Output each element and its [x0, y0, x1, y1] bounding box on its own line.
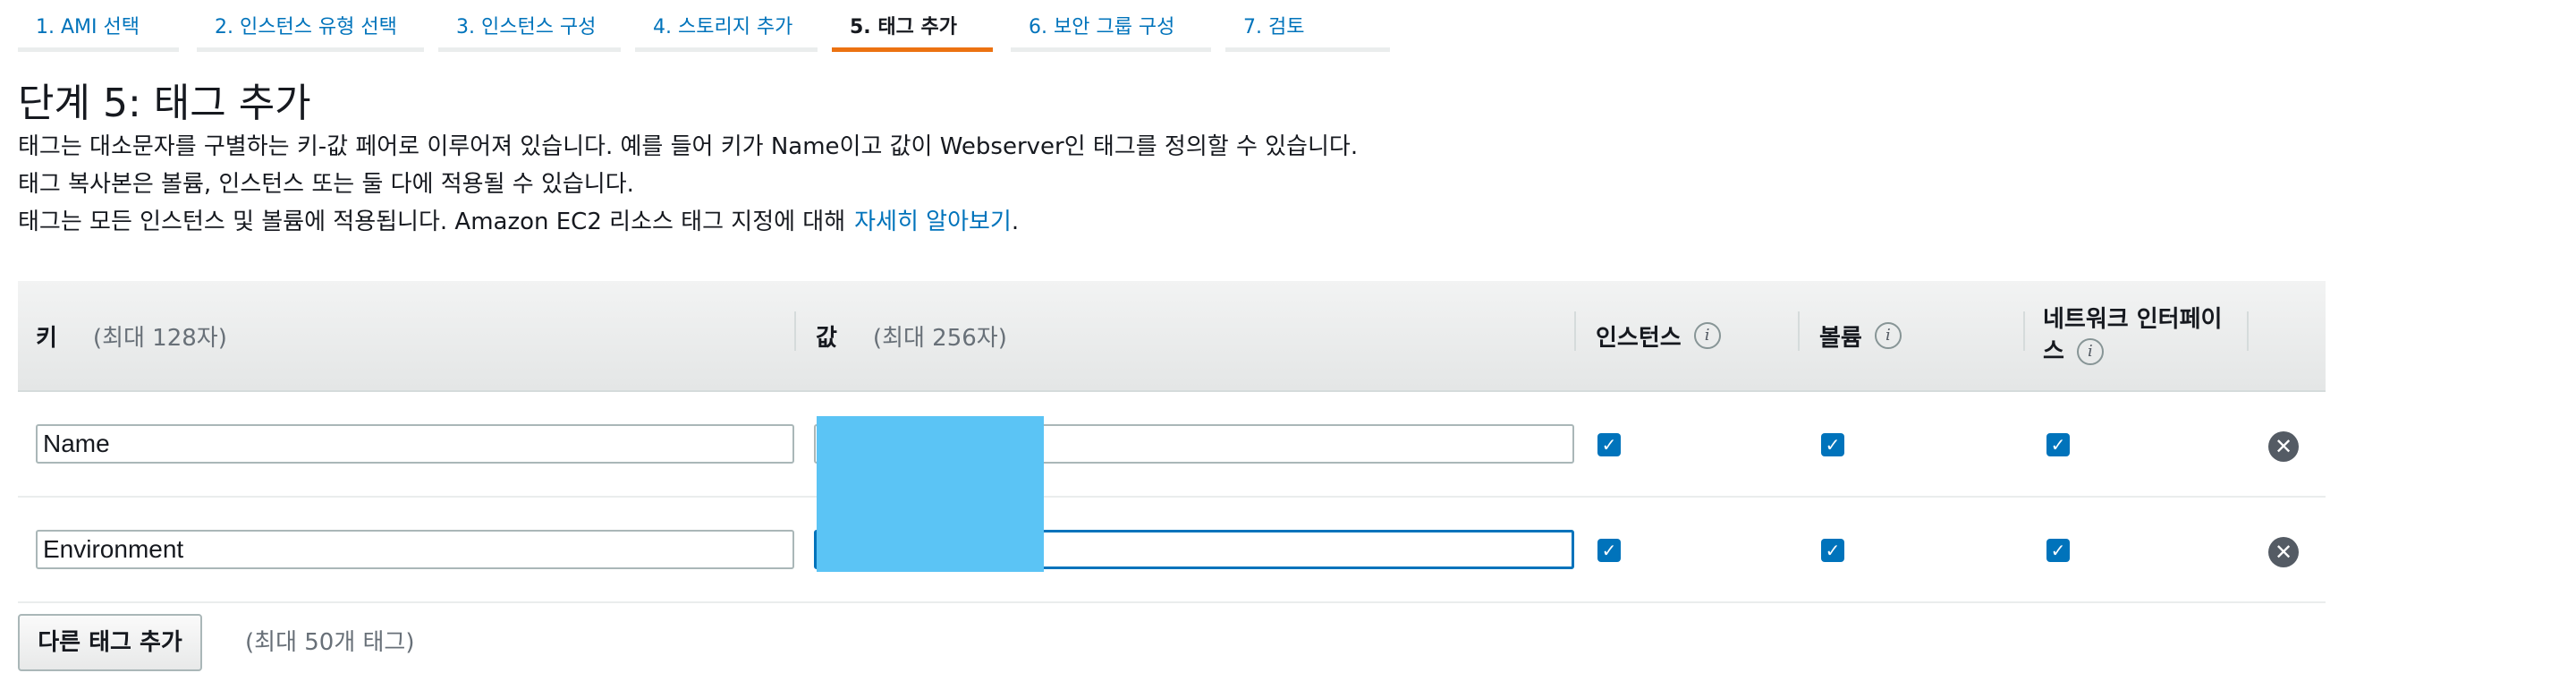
header-value: 값 (최대 256자): [816, 281, 1007, 390]
instances-checkbox[interactable]: ✓: [1597, 539, 1621, 562]
header-value-hint: (최대 256자): [872, 324, 1007, 352]
header-divider: [794, 311, 796, 351]
header-key: 키 (최대 128자): [36, 281, 227, 390]
description-line-2: 태그 복사본은 볼륨, 인스턴스 또는 둘 다에 적용될 수 있습니다.: [18, 171, 634, 198]
header-divider: [2247, 311, 2249, 351]
description-line-3: 태그는 모든 인스턴스 및 볼륨에 적용됩니다. Amazon EC2 리소스 …: [18, 204, 1019, 240]
description-period: .: [1011, 209, 1020, 235]
instances-info-icon[interactable]: i: [1693, 322, 1721, 349]
header-instances: 인스턴스 i: [1596, 281, 1721, 390]
header-volumes: 볼륨 i: [1819, 281, 1902, 390]
header-network-line2: 스: [2043, 338, 2064, 365]
description-line-1: 태그는 대소문자를 구별하는 키-값 페어로 이루어져 있습니다. 예를 들어 …: [18, 133, 1359, 160]
header-divider: [1574, 311, 1576, 351]
header-volumes-label: 볼륨: [1819, 324, 1862, 352]
table-row: ✓ ✓ ✓ ✕: [18, 392, 2326, 498]
step-security-group[interactable]: 6. 보안 그룹 구성: [1011, 0, 1211, 52]
header-divider: [1798, 311, 1800, 351]
volumes-checkbox[interactable]: ✓: [1821, 433, 1844, 456]
instances-checkbox[interactable]: ✓: [1597, 433, 1621, 456]
remove-tag-icon[interactable]: ✕: [2268, 537, 2299, 567]
header-network-line2-wrap: 스 i: [2043, 336, 2104, 368]
network-checkbox[interactable]: ✓: [2046, 539, 2070, 562]
step-storage[interactable]: 4. 스토리지 추가: [635, 0, 818, 52]
header-instances-label: 인스턴스: [1596, 324, 1682, 352]
tag-key-input[interactable]: [36, 530, 794, 569]
remove-tag-icon[interactable]: ✕: [2268, 431, 2299, 462]
network-info-icon[interactable]: i: [2076, 338, 2104, 365]
description-text: 태그는 모든 인스턴스 및 볼륨에 적용됩니다. Amazon EC2 리소스 …: [18, 209, 846, 235]
volumes-checkbox[interactable]: ✓: [1821, 539, 1844, 562]
step-tags[interactable]: 5. 태그 추가: [832, 0, 993, 52]
header-divider: [2023, 311, 2025, 351]
tag-key-input[interactable]: [36, 424, 794, 464]
volumes-info-icon[interactable]: i: [1874, 322, 1902, 349]
redaction-overlay: [817, 416, 1044, 572]
table-row: ✓ ✓ ✓ ✕: [18, 498, 2326, 603]
tags-table: 키 (최대 128자) 값 (최대 256자) 인스턴스 i 볼륨 i 네트워크…: [18, 281, 2326, 603]
page-title: 단계 5: 태그 추가: [18, 81, 311, 126]
header-network: 네트워크 인터페이 스 i: [2043, 281, 2222, 390]
header-key-hint: (최대 128자): [92, 324, 227, 352]
table-header: 키 (최대 128자) 값 (최대 256자) 인스턴스 i 볼륨 i 네트워크…: [18, 281, 2326, 392]
header-key-label: 키: [36, 324, 57, 352]
tag-limit-note: (최대 50개 태그): [245, 629, 415, 656]
step-instance-type[interactable]: 2. 인스턴스 유형 선택: [197, 0, 424, 52]
header-network-line1: 네트워크 인터페이: [2043, 306, 2223, 333]
learn-more-link[interactable]: 자세히 알아보기: [854, 209, 1012, 235]
network-checkbox[interactable]: ✓: [2046, 433, 2070, 456]
step-configure[interactable]: 3. 인스턴스 구성: [438, 0, 621, 52]
step-ami[interactable]: 1. AMI 선택: [18, 0, 179, 52]
header-value-label: 값: [816, 324, 837, 352]
step-review[interactable]: 7. 검토: [1225, 0, 1390, 52]
add-tag-button[interactable]: 다른 태그 추가: [18, 614, 202, 671]
